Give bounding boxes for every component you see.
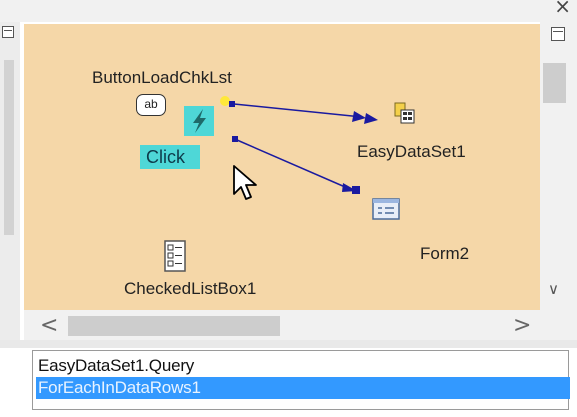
scroll-down-arrow-icon[interactable]: ∨ <box>548 280 559 298</box>
collapse-right-icon[interactable] <box>551 27 565 41</box>
form-icon[interactable] <box>372 198 400 220</box>
scroll-right-arrow-icon[interactable]: > <box>513 313 531 338</box>
vertical-scroll-thumb[interactable] <box>543 63 566 103</box>
easydataset-icon[interactable] <box>393 102 415 128</box>
collapse-left-icon[interactable] <box>2 26 14 38</box>
scroll-left-arrow-icon[interactable]: < <box>40 313 58 338</box>
design-canvas[interactable] <box>24 24 540 310</box>
easydataset-label[interactable]: EasyDataSet1 <box>357 142 466 162</box>
action-listbox[interactable]: EasyDataSet1.Query ForEachInDataRows1 <box>32 350 570 410</box>
splitter[interactable] <box>0 340 577 348</box>
checkedlistbox-label[interactable]: CheckedListBox1 <box>124 279 256 299</box>
click-event-label[interactable]: Click <box>140 145 200 169</box>
close-icon[interactable]: × <box>554 0 571 18</box>
left-scroll-track[interactable] <box>4 60 14 235</box>
list-item-selected[interactable]: ForEachInDataRows1 <box>36 377 570 399</box>
horizontal-scroll-thumb[interactable] <box>68 316 280 336</box>
title-strip: × <box>0 0 577 22</box>
lightning-event-icon[interactable] <box>184 106 214 136</box>
list-item[interactable]: EasyDataSet1.Query <box>36 355 570 377</box>
button-component-label[interactable]: ButtonLoadChkLst <box>92 68 232 88</box>
textbox-ab-icon[interactable]: ab <box>136 94 166 116</box>
mouse-cursor-icon <box>233 165 257 200</box>
selection-handle[interactable] <box>220 96 230 106</box>
form2-label[interactable]: Form2 <box>420 244 469 264</box>
checkedlistbox-icon[interactable] <box>164 240 186 272</box>
